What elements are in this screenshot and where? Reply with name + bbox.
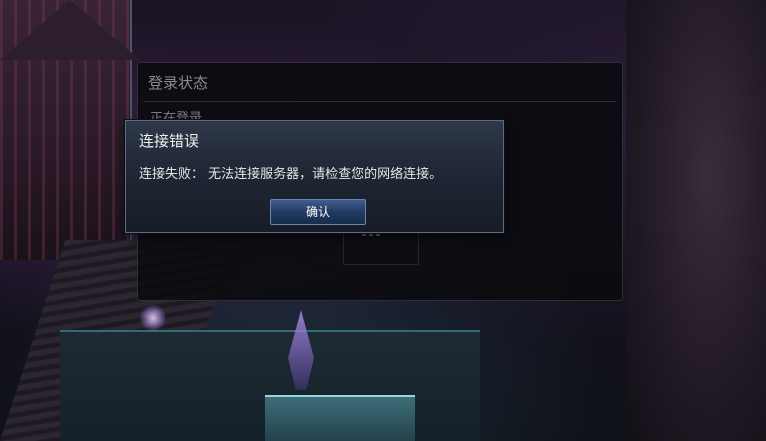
dialog-title: 连接错误: [139, 132, 200, 150]
confirm-button[interactable]: 确认: [270, 199, 366, 225]
dialog-message: 连接失败： 无法连接服务器，请检查您的网络连接。: [139, 167, 443, 182]
background-platform: [265, 395, 415, 441]
glowing-orb: [140, 305, 166, 331]
divider: [144, 101, 616, 102]
background-temple: [0, 0, 140, 260]
login-status-title: 登录状态: [148, 74, 209, 92]
game-screen: 登录状态 正在登录…… 连接错误 连接失败： 无法连接服务器，请检查您的网络连接…: [0, 0, 766, 441]
background-rocks: [626, 0, 766, 441]
temple-roof: [0, 0, 140, 60]
connection-error-dialog: 连接错误 连接失败： 无法连接服务器，请检查您的网络连接。 确认: [125, 120, 504, 233]
